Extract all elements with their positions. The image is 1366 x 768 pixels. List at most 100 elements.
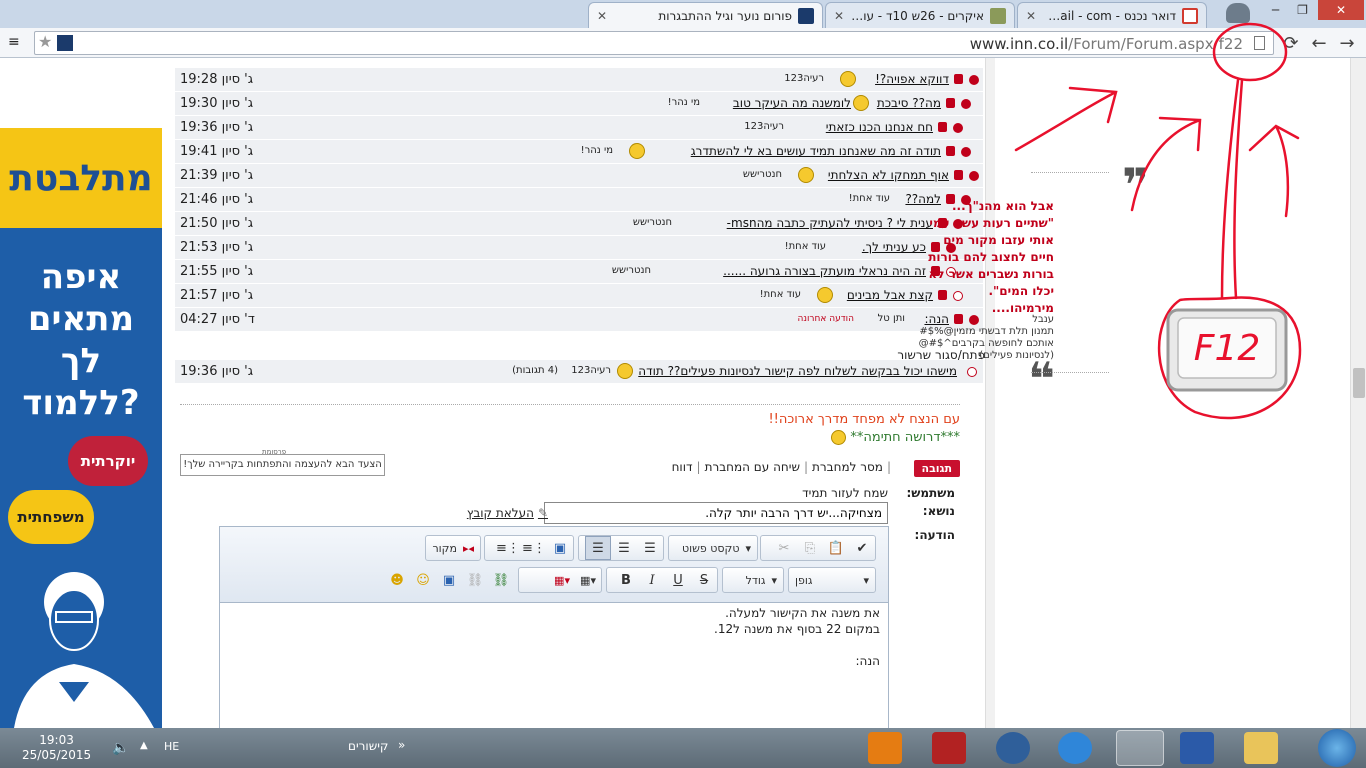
strikethrough-icon[interactable]: S — [691, 568, 717, 592]
reply-button[interactable]: תגובה — [913, 460, 960, 477]
size-combo[interactable]: ▾ גודל — [722, 567, 784, 593]
insert-picture-icon[interactable]: ▣ — [436, 568, 462, 592]
thread-subject-continued[interactable]: לומשנה מה העיקר טוב — [733, 96, 851, 110]
site-extension-icon[interactable] — [57, 35, 73, 51]
reload-button[interactable]: ⟳ — [1280, 32, 1302, 54]
quote-author[interactable]: ענבל — [904, 314, 1054, 326]
links-toolbar-chevron-icon[interactable]: » — [398, 738, 405, 752]
paste-icon[interactable]: 📋 — [823, 536, 849, 560]
align-right-icon[interactable]: ☰ — [585, 536, 611, 560]
source-button[interactable]: ◂▸ מקור — [425, 535, 481, 561]
close-icon[interactable]: ✕ — [597, 9, 607, 23]
thread-author[interactable]: עוד אחת! — [849, 193, 890, 204]
url-field[interactable]: ★ www.inn.co.il/Forum/Forum.aspx/f22 — [34, 31, 1274, 55]
thread-author[interactable]: מי נהר! — [581, 145, 613, 156]
report-link[interactable]: דווח — [672, 460, 693, 474]
editor-textarea[interactable]: את משנה את הקישור למעלה. במקום 22 בסוף א… — [220, 605, 888, 728]
thread-row[interactable]: תודה זה מה שאנחנו תמיד עושים בא לי להשתד… — [175, 140, 983, 164]
numbered-list-icon[interactable]: ⋮≡ — [495, 536, 521, 560]
page-scrollbar[interactable] — [1350, 58, 1366, 728]
thread-row[interactable]: הנה: ותן טל הודעה אחרונה 04:27 ד' סיון — [175, 308, 983, 332]
thread-row[interactable]: דווקא אפויה?! רעיה123 19:28 ג' סיון — [175, 68, 983, 92]
insert-image-icon[interactable]: ▣ — [547, 536, 573, 560]
file-explorer-icon[interactable] — [1244, 732, 1278, 764]
thread-author[interactable]: רעיה123 — [744, 121, 784, 132]
tray-expand-icon[interactable]: ▲ — [140, 740, 148, 751]
emoji-glasses-icon[interactable]: ☻ — [384, 568, 410, 592]
chrome-icon[interactable] — [1116, 730, 1164, 766]
thread-row[interactable]: זה היה נראלי מועתק בצורה גרועה ...... חנט… — [175, 260, 983, 284]
links-toolbar[interactable]: קישורים — [348, 739, 388, 753]
subject-input[interactable] — [544, 502, 888, 524]
thread-subject[interactable]: ענית לי ? ניסיתי להעתיק כתבה מהmsn- — [727, 216, 933, 230]
internet-explorer-icon[interactable] — [1058, 732, 1092, 764]
thread-author[interactable]: חנטרישש — [612, 265, 651, 276]
promo-link[interactable]: הצעד הבא להעצמה והתפתחות בקריירה שלך! — [180, 454, 385, 476]
bold-icon[interactable]: B — [613, 568, 639, 592]
media-player-icon[interactable] — [868, 732, 902, 764]
bg-color-icon[interactable]: ▾▦ — [575, 568, 601, 592]
thread-row[interactable]: ענית לי ? ניסיתי להעתיק כתבה מהmsn- חנטרי… — [175, 212, 983, 236]
thread-row[interactable]: למה?? עוד אחת! 21:46 ג' סיון — [175, 188, 983, 212]
emoji-smile-icon[interactable]: ☺ — [410, 568, 436, 592]
language-indicator[interactable]: HE — [164, 740, 179, 753]
thread-author[interactable]: עוד אחת! — [785, 241, 826, 252]
align-center-icon[interactable]: ☰ — [611, 536, 637, 560]
close-icon[interactable]: ✕ — [834, 9, 844, 23]
thread-subject[interactable]: כע עניתי לך. — [862, 240, 926, 254]
tab-gmail[interactable]: דואר נכנס - Gmail - com. ✕ — [1017, 2, 1207, 28]
tab-games[interactable]: איקרים - 26ש 10ד - עולם ✕ — [825, 2, 1015, 28]
copy-icon[interactable]: ⎘ — [797, 536, 823, 560]
plain-text-combo[interactable]: ▾ טקסט פשוט — [668, 535, 758, 561]
italic-icon[interactable]: I — [639, 568, 665, 592]
minimize-button[interactable]: ─ — [1262, 0, 1289, 20]
attach-file-link[interactable]: ✎ העלאת קובץ — [467, 506, 548, 520]
thread-author[interactable]: עוד אחת! — [760, 289, 801, 300]
main-thread-row[interactable]: מישהו יכול בבקשה לשלוח לפה קישור לנסיונו… — [175, 360, 983, 384]
volume-icon[interactable]: 🔈 — [112, 740, 129, 756]
bookmark-star-icon[interactable]: ★ — [38, 32, 52, 51]
thread-row[interactable]: כע עניתי לך. עוד אחת! 21:53 ג' סיון — [175, 236, 983, 260]
align-left-icon[interactable]: ☰ — [637, 536, 663, 560]
unlink-icon[interactable]: ⛓ — [462, 568, 488, 592]
window-close-button[interactable]: ✕ — [1318, 0, 1364, 20]
thread-author[interactable]: רעיה123 — [784, 73, 824, 84]
google-earth-icon[interactable] — [996, 732, 1030, 764]
menu-icon[interactable]: ≡ — [8, 35, 22, 49]
thread-author[interactable]: מי נהר! — [668, 97, 700, 108]
message-author-link[interactable]: מסר למחברת — [812, 460, 883, 474]
underline-icon[interactable]: U — [665, 568, 691, 592]
thread-author[interactable]: חנטרישש — [633, 217, 672, 228]
table-icon[interactable]: ▾▦ — [549, 568, 575, 592]
thread-author[interactable]: ותן טל — [878, 313, 905, 324]
thread-row[interactable]: חח אנחנו הכנו כזאתי רעיה123 19:36 ג' סיון — [175, 116, 983, 140]
main-thread-author[interactable]: רעיה123 — [571, 365, 611, 376]
thread-subject[interactable]: דווקא אפויה?! — [875, 72, 949, 86]
start-button-icon[interactable] — [1318, 729, 1356, 767]
main-thread-subject[interactable]: מישהו יכול בבקשה לשלוח לפה קישור לנסיונו… — [638, 364, 957, 378]
font-combo[interactable]: ▾ גופן — [788, 567, 876, 593]
thread-row[interactable]: אוף תמחקו לא הצלחתי חנטרישש 21:39 ג' סיון — [175, 164, 983, 188]
cut-icon[interactable]: ✂ — [771, 536, 797, 560]
system-clock[interactable]: 19:03 25/05/2015 — [22, 733, 91, 763]
game-app-icon[interactable] — [932, 732, 966, 764]
tab-forum[interactable]: פורום נוער וגיל ההתבגרות ✕ — [588, 2, 823, 29]
thread-subject[interactable]: אוף תמחקו לא הצלחתי — [828, 168, 949, 182]
thread-row[interactable]: מה?? סיבכת לומשנה מה העיקר טוב מי נהר! 19:3… — [175, 92, 983, 116]
thread-subject[interactable]: מה?? סיבכת — [877, 96, 941, 110]
thread-row[interactable]: קצת אבל מבינים עוד אחת! 21:57 ג' סיון — [175, 284, 983, 308]
advertisement-banner[interactable]: מתלבטת איפה מתאים לך ללמוד? יוקרתית משפח… — [0, 128, 162, 728]
thread-author[interactable]: חנטרישש — [743, 169, 782, 180]
maximize-button[interactable]: ❐ — [1289, 0, 1316, 20]
forward-button[interactable]: → — [1336, 32, 1358, 54]
close-icon[interactable]: ✕ — [1026, 9, 1036, 23]
thread-subject[interactable]: חח אנחנו הכנו כזאתי — [826, 120, 933, 134]
thread-subject[interactable]: זה היה נראלי מועתק בצורה גרועה ...... — [723, 264, 926, 278]
thread-subject[interactable]: תודה זה מה שאנחנו תמיד עושים בא לי להשתד… — [691, 144, 941, 158]
back-button[interactable]: ← — [1308, 32, 1330, 54]
insert-link-icon[interactable]: ⛓ — [488, 568, 514, 592]
bullet-list-icon[interactable]: ⋮≡ — [521, 536, 547, 560]
spellcheck-icon[interactable]: ✔ — [849, 536, 875, 560]
word-icon[interactable] — [1180, 732, 1214, 764]
scroll-thumb[interactable] — [1353, 368, 1365, 398]
